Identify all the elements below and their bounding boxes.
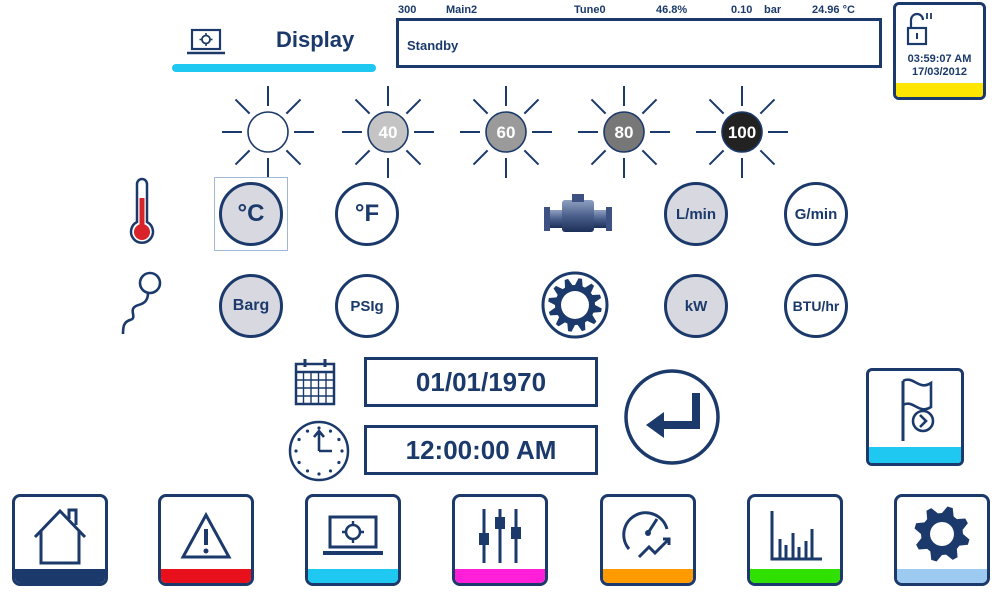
status-percent: 46.8% (656, 4, 688, 16)
btuhr-button[interactable]: BTU/hr (784, 274, 848, 338)
clock-time: 03:59:07 AM (907, 53, 972, 65)
brightness-level-label: 80 (615, 123, 634, 142)
nav-adjust[interactable] (452, 494, 548, 586)
nav-adjust-bar (455, 569, 545, 583)
celsius-button[interactable]: °C (219, 182, 283, 246)
tab-display-label: Display (276, 27, 355, 52)
status-strip: 300 Main2 Tune0 46.8% 0.10 bar 24.96 °C (398, 4, 888, 18)
fahrenheit-button[interactable]: °F (335, 182, 399, 246)
kw-button[interactable]: kW (664, 274, 728, 338)
clock-date: 17/03/2012 (911, 66, 968, 78)
gear-icon (914, 506, 970, 562)
thermometer-icon (129, 177, 155, 245)
brightness-100-button[interactable]: 100 (690, 80, 794, 184)
brightness-80-button[interactable]: 80 (572, 80, 676, 184)
pressure-gauge-icon (121, 271, 162, 335)
nav-display[interactable] (305, 494, 401, 586)
status-tune: Tune0 (574, 4, 606, 16)
home-icon (33, 508, 87, 565)
lock-accent-bar (896, 83, 983, 97)
clock-icon (288, 420, 350, 482)
active-tab-indicator (172, 64, 376, 72)
brightness-level-label: 60 (497, 123, 516, 142)
nav-home-bar (15, 569, 105, 583)
nav-trends-bar (750, 569, 840, 583)
machine-state: Standby (407, 38, 459, 53)
calendar-icon (294, 359, 336, 406)
sliders-icon (479, 509, 521, 563)
nav-alarms[interactable] (158, 494, 254, 586)
lmin-button[interactable]: L/min (664, 182, 728, 246)
flag-arrow-icon (901, 378, 935, 441)
nav-home[interactable] (12, 494, 108, 586)
nav-performance[interactable] (600, 494, 696, 586)
nav-alarms-bar (161, 569, 251, 583)
brightness-level-label: 40 (379, 123, 398, 142)
next-page-button[interactable] (866, 368, 964, 466)
status-pressure: 0.10 (731, 4, 753, 16)
nav-settings[interactable] (894, 494, 990, 586)
status-panel: Standby (396, 18, 882, 68)
status-temperature: 24.96 °C (812, 4, 855, 16)
status-pressure-unit: bar (764, 4, 782, 16)
brightness-40-button[interactable]: 40 (336, 80, 440, 184)
brightness-level-label: 100 (728, 123, 756, 142)
brightness-60-button[interactable]: 60 (454, 80, 558, 184)
nav-performance-bar (603, 569, 693, 583)
enter-button[interactable] (622, 367, 722, 467)
barg-button[interactable]: Barg (219, 274, 283, 338)
time-field[interactable]: 12:00:00 AM (364, 425, 598, 475)
status-code: 300 (398, 4, 417, 16)
gmin-button[interactable]: G/min (784, 182, 848, 246)
nav-display-bar (308, 569, 398, 583)
brightness-20-button[interactable] (216, 80, 320, 184)
nav-trends[interactable] (747, 494, 843, 586)
warning-icon (180, 511, 232, 559)
nav-settings-bar (897, 569, 987, 583)
unlock-icon (906, 12, 932, 46)
date-field[interactable]: 01/01/1970 (364, 357, 598, 407)
psig-button[interactable]: PSIg (335, 274, 399, 338)
laptop-gear-icon (186, 28, 226, 56)
lock-clock-button[interactable]: 03:59:07 AM 17/03/2012 (893, 2, 986, 100)
status-mode: Main2 (446, 4, 478, 16)
gauge-trend-icon (622, 511, 671, 559)
bar-chart-icon (770, 511, 822, 561)
laptop-gear-icon (323, 515, 383, 555)
power-gear-icon[interactable] (540, 270, 610, 340)
flow-meter-icon (544, 194, 612, 232)
next-page-accent (869, 447, 961, 463)
